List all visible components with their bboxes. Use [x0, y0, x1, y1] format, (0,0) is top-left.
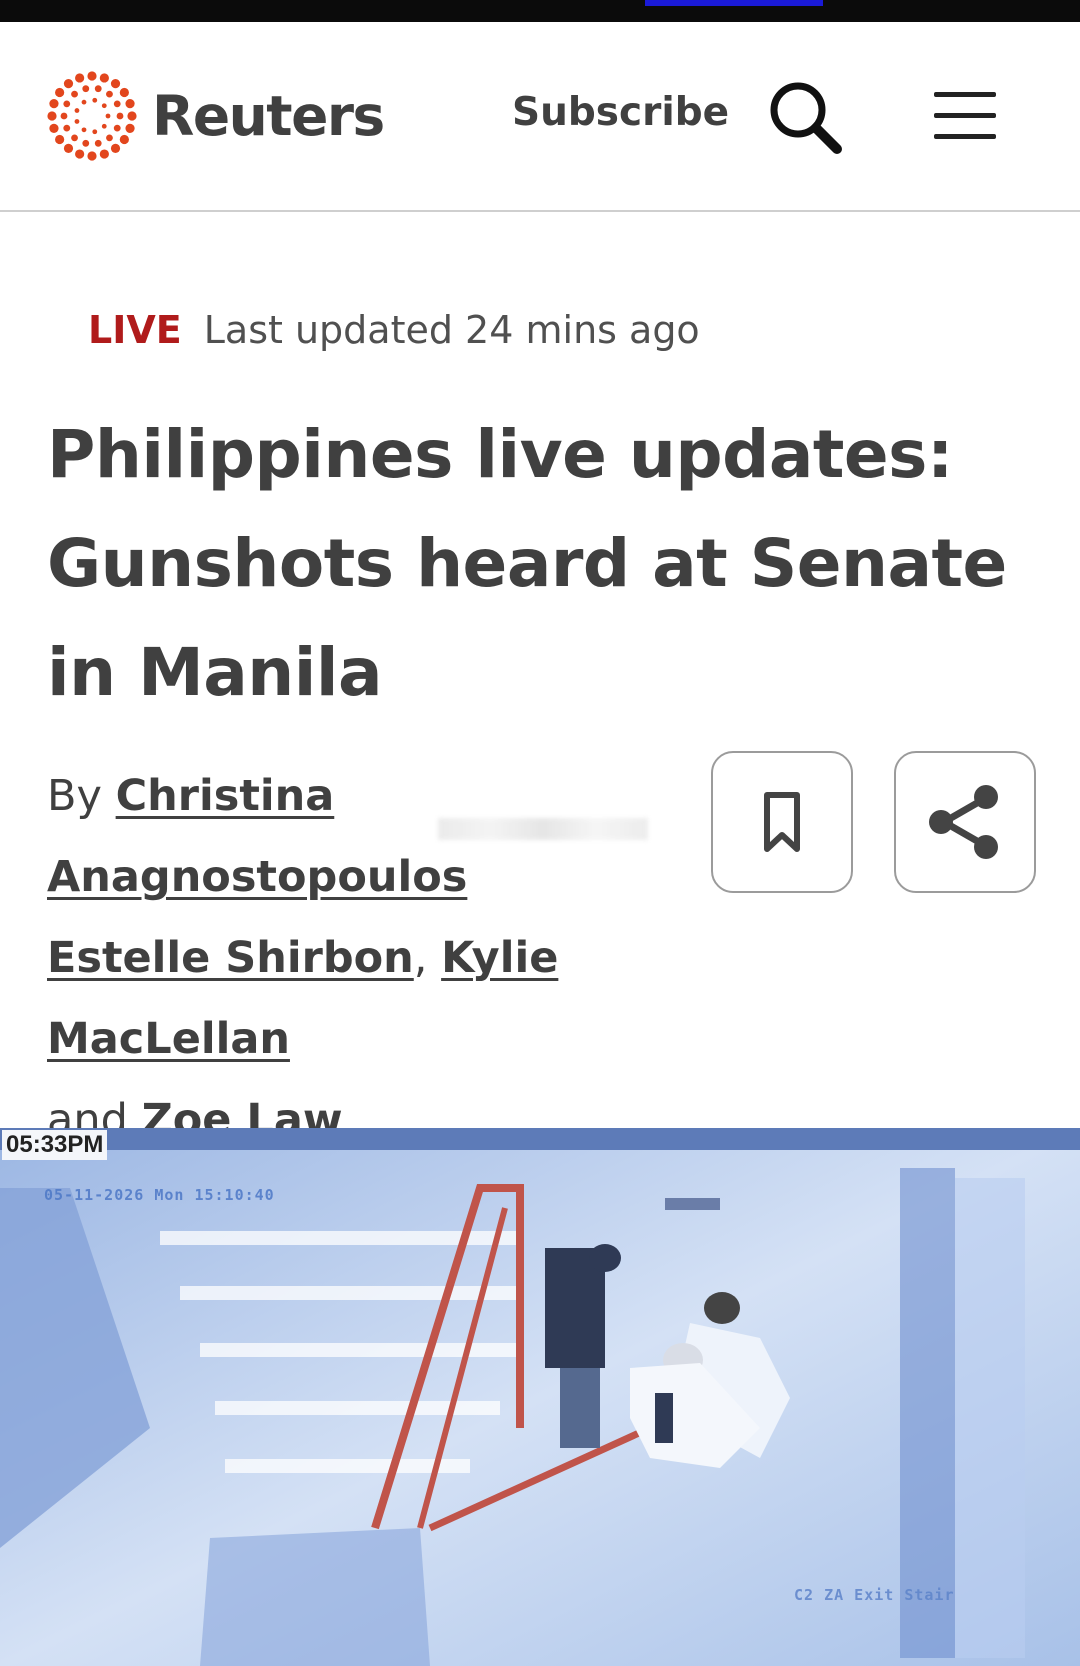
bookmark-icon — [764, 792, 800, 852]
logo-dot — [119, 87, 129, 98]
live-status: LIVE Last updated 24 mins ago — [88, 308, 700, 352]
logo-dot — [101, 103, 107, 109]
logo-dot — [110, 79, 121, 89]
reuters-logo-icon[interactable] — [44, 68, 140, 164]
logo-dot — [106, 90, 113, 98]
logo-dot — [75, 149, 85, 159]
logo-dot — [94, 85, 102, 93]
logo-dot — [113, 100, 121, 108]
page-load-progress — [645, 0, 823, 6]
logo-dot — [92, 129, 98, 135]
logo-dot — [74, 108, 80, 113]
status-bar — [0, 0, 1080, 22]
logo-dot — [82, 85, 90, 93]
author-link[interactable]: Christina Anagnostopoulos — [47, 771, 467, 902]
search-button[interactable] — [765, 77, 845, 157]
share-button[interactable] — [894, 751, 1036, 893]
cctv-location-label: C2 ZA Exit Stair — [794, 1586, 955, 1604]
logo-dot — [92, 97, 98, 103]
logo-dot — [63, 79, 74, 89]
logo-dot — [99, 149, 109, 159]
live-badge: LIVE — [88, 308, 182, 352]
logo-dot — [75, 73, 85, 83]
logo-dot — [49, 99, 59, 109]
logo-dot — [99, 73, 109, 83]
logo-dot — [47, 111, 57, 121]
byline: By Christina Anagnostopoulos Estelle Shir… — [47, 771, 559, 1145]
cctv-timestamp: 05-11-2026 Mon 15:10:40 — [44, 1186, 275, 1204]
logo-dot — [125, 123, 135, 133]
logo-dot — [63, 143, 74, 153]
menu-button[interactable] — [930, 84, 1000, 148]
logo-dot — [94, 139, 102, 147]
author-link[interactable]: Estelle Shirbon — [47, 933, 414, 983]
logo-dot — [71, 90, 78, 98]
logo-dot — [60, 112, 68, 120]
byline-prefix: By — [47, 771, 102, 821]
article-headline: Philippines live updates: Gunshots heard… — [47, 416, 1007, 711]
share-icon — [929, 785, 998, 859]
logo-dot — [110, 143, 121, 153]
cctv-video[interactable]: 05:33PM 05-11-2026 Mon 15:10:40 C2 ZA Ex… — [0, 1128, 1080, 1666]
logo-dot — [127, 111, 137, 121]
logo-dot — [87, 71, 97, 81]
logo-dot — [113, 124, 121, 132]
logo-dot — [101, 123, 107, 129]
logo-dot — [105, 113, 111, 119]
logo-dot — [63, 100, 71, 108]
logo-dot — [81, 99, 87, 105]
logo-dot — [106, 134, 113, 142]
logo-dot — [82, 139, 90, 147]
blurred-watermark — [438, 818, 648, 840]
clock-overlay: 05:33PM — [2, 1130, 108, 1160]
brand-name[interactable]: Reuters — [152, 84, 385, 148]
logo-dot — [74, 119, 80, 124]
logo-dot — [119, 134, 129, 145]
logo-dot — [81, 127, 87, 133]
logo-dot — [55, 134, 65, 145]
site-header: Reuters Subscribe — [0, 22, 1080, 212]
logo-dot — [87, 151, 97, 161]
logo-dot — [63, 124, 71, 132]
search-icon — [770, 82, 842, 154]
logo-dot — [71, 134, 78, 142]
logo-dot — [116, 112, 124, 120]
logo-dot — [49, 123, 59, 133]
hamburger-menu-icon — [934, 92, 996, 139]
logo-dot — [125, 99, 135, 109]
last-updated: Last updated 24 mins ago — [203, 308, 700, 352]
logo-dot — [55, 87, 65, 98]
subscribe-button[interactable]: Subscribe — [512, 90, 729, 135]
bookmark-button[interactable] — [711, 751, 853, 893]
